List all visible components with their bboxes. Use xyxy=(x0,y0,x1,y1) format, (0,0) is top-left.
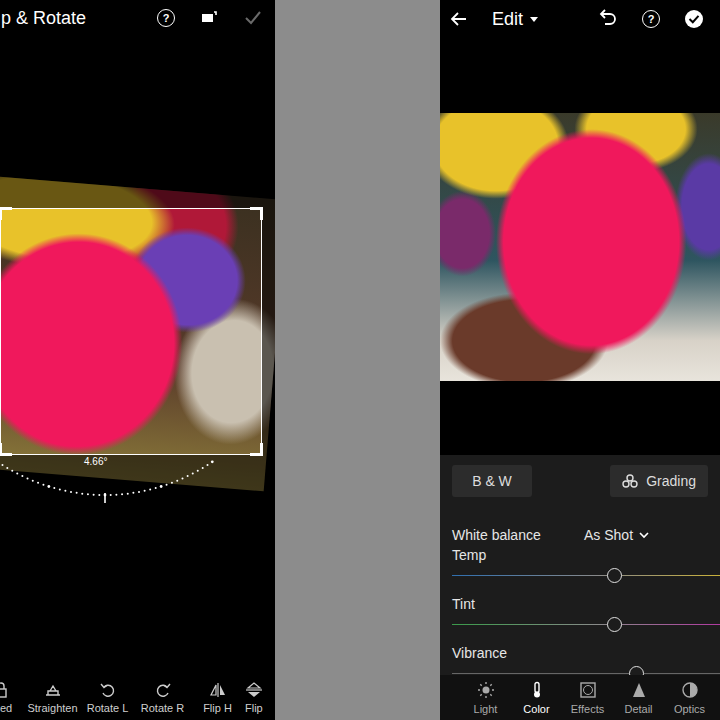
optics-icon xyxy=(681,681,699,699)
edit-tab-label: Light xyxy=(474,703,498,715)
slider-track xyxy=(452,624,720,625)
photo xyxy=(440,113,720,381)
tool-label: Straighten xyxy=(27,702,77,714)
slider-row: Vibrance xyxy=(452,643,720,675)
tool-label: ed xyxy=(0,702,12,714)
edit-tab-label: Detail xyxy=(624,703,652,715)
color-panel: B & WGradingWhite balanceAs ShotTempTint… xyxy=(440,455,720,675)
mode-button[interactable]: Grading xyxy=(610,465,708,497)
flipv-icon xyxy=(245,682,263,698)
screen-title: p & Rotate xyxy=(1,8,86,29)
undo-icon[interactable] xyxy=(596,9,618,29)
edit-header: Edit? xyxy=(440,0,720,38)
slider[interactable] xyxy=(452,614,720,634)
grading-icon xyxy=(622,474,638,488)
help-icon[interactable]: ? xyxy=(642,10,660,28)
tool-button[interactable]: ed xyxy=(0,682,25,714)
edit-tab-label: Color xyxy=(523,703,549,715)
slider-track xyxy=(452,673,720,674)
edit-tab-label: Effects xyxy=(571,703,604,715)
slider-row: Tint xyxy=(452,594,720,634)
white-balance-row: White balanceAs Shot xyxy=(452,525,720,545)
screen-title: Edit xyxy=(492,9,523,30)
chevron-down-icon xyxy=(639,531,649,539)
white-balance-dropdown[interactable]: As Shot xyxy=(584,527,649,543)
lock-icon xyxy=(0,682,10,698)
light-icon xyxy=(477,681,495,699)
tool-button[interactable]: Flip xyxy=(245,682,273,714)
crop-handle[interactable] xyxy=(250,443,263,456)
crop-handle[interactable] xyxy=(250,207,263,220)
edit-tab-bar: Light Color Effects Detail Optics xyxy=(440,675,720,720)
crop-header: p & Rotate? xyxy=(0,0,275,36)
edit-tab[interactable]: Light xyxy=(460,681,511,715)
mode-button-label: B & W xyxy=(472,473,512,489)
slider-label: Temp xyxy=(452,545,720,565)
tool-button[interactable]: Straighten xyxy=(25,682,80,714)
crop-rotate-screen: p & Rotate? 4.66° ed Straighten Rotate L Rota… xyxy=(0,0,275,720)
mode-button[interactable]: B & W xyxy=(452,465,532,497)
white-balance-label: White balance xyxy=(452,527,584,543)
slider-label: Vibrance xyxy=(452,643,720,663)
tool-button[interactable]: Rotate L xyxy=(80,682,135,714)
white-balance-value: As Shot xyxy=(584,527,633,543)
crop-canvas[interactable]: 4.66° xyxy=(0,36,275,675)
edit-tab-label: Optics xyxy=(674,703,705,715)
aspect-ratio-icon[interactable] xyxy=(199,8,219,28)
edit-tab[interactable]: Effects xyxy=(562,681,613,715)
screenshot-collage: p & Rotate? 4.66° ed Straighten Rotate L Rota… xyxy=(0,0,720,720)
edit-menu[interactable]: Edit xyxy=(492,9,539,30)
rotright-icon xyxy=(154,682,172,698)
caret-down-icon xyxy=(529,15,539,23)
detail-icon xyxy=(630,681,648,699)
slider-knob[interactable] xyxy=(629,666,644,676)
effects-icon xyxy=(579,681,597,699)
help-icon[interactable]: ? xyxy=(157,9,175,27)
angle-label: 4.66° xyxy=(84,456,107,467)
crop-toolbar: ed Straighten Rotate L Rotate R Flip H Flip xyxy=(0,675,275,720)
photo xyxy=(0,177,275,492)
divider xyxy=(275,0,440,720)
angle-dial[interactable] xyxy=(0,455,215,507)
rotleft-icon xyxy=(99,682,117,698)
tool-button[interactable]: Flip H xyxy=(190,682,245,714)
mode-buttons: B & W Grading xyxy=(452,455,720,497)
photo-area xyxy=(440,38,720,455)
done-check-icon[interactable] xyxy=(684,9,704,29)
tool-label: Flip xyxy=(245,702,263,714)
header-actions: ? xyxy=(596,9,704,29)
color-icon xyxy=(528,681,546,699)
slider[interactable] xyxy=(452,663,720,675)
tool-label: Rotate R xyxy=(141,702,184,714)
mode-button-label: Grading xyxy=(646,473,696,489)
edit-screen: Edit?B & WGradingWhite balanceAs ShotTem… xyxy=(440,0,720,720)
edit-tab[interactable]: Detail xyxy=(613,681,664,715)
tool-button[interactable]: Rotate R xyxy=(135,682,190,714)
crop-handle[interactable] xyxy=(0,443,12,456)
crop-handle[interactable] xyxy=(0,207,12,220)
back-arrow-icon[interactable] xyxy=(450,10,468,28)
slider-track xyxy=(452,575,720,576)
done-check-icon[interactable] xyxy=(243,8,263,28)
fliph-icon xyxy=(209,682,227,698)
tool-label: Flip H xyxy=(203,702,232,714)
edit-tab[interactable]: Optics xyxy=(664,681,715,715)
edit-tab[interactable]: Color xyxy=(511,681,562,715)
slider-row: Temp xyxy=(452,545,720,585)
slider-label: Tint xyxy=(452,594,720,614)
straighten-icon xyxy=(44,682,62,698)
header-actions: ? xyxy=(157,8,263,28)
tool-label: Rotate L xyxy=(87,702,129,714)
slider-knob[interactable] xyxy=(607,568,622,583)
slider[interactable] xyxy=(452,565,720,585)
crop-frame[interactable] xyxy=(0,208,262,455)
slider-knob[interactable] xyxy=(607,617,622,632)
